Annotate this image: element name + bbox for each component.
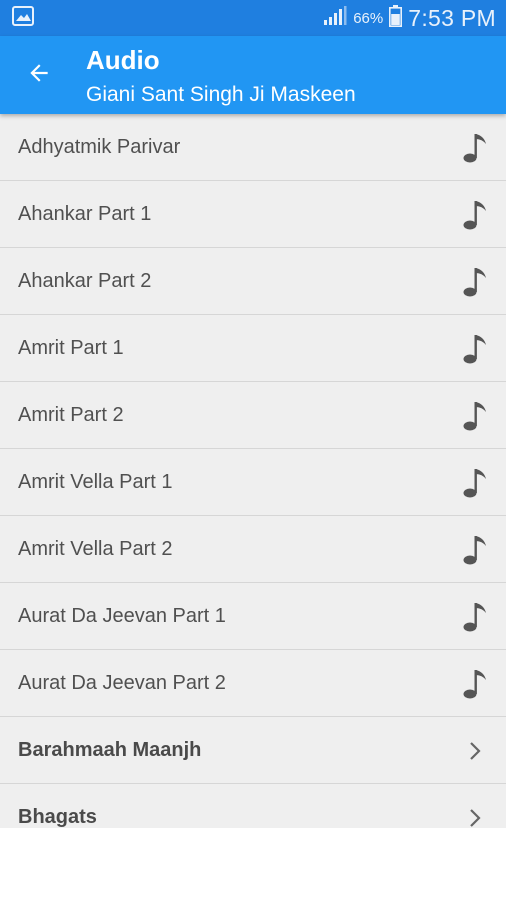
status-time: 7:53 PM: [408, 4, 496, 31]
folder-item[interactable]: Barahmaah Maanjh: [0, 717, 506, 784]
list-item-label: Amrit Vella Part 1: [18, 471, 173, 493]
page-subtitle: Giani Sant Singh Ji Maskeen: [86, 83, 356, 106]
list-item-label: Adhyatmik Parivar: [18, 136, 181, 158]
music-note-icon: [460, 467, 490, 499]
music-note-icon: [460, 333, 490, 365]
list-item[interactable]: Adhyatmik Parivar: [0, 114, 506, 181]
music-note-icon: [460, 534, 490, 566]
list-item[interactable]: Amrit Vella Part 2: [0, 516, 506, 583]
music-note-icon: [460, 400, 490, 432]
status-bar-right: 66% 7:53 PM: [323, 4, 496, 32]
back-button[interactable]: [18, 54, 60, 96]
page-title: Audio: [86, 45, 160, 75]
signal-icon: [323, 5, 347, 31]
app-bar: Audio Giani Sant Singh Ji Maskeen: [0, 36, 506, 114]
list-item-label: Aurat Da Jeevan Part 1: [18, 605, 226, 627]
music-note-icon: [460, 132, 490, 164]
list-item[interactable]: Ahankar Part 2: [0, 248, 506, 315]
list-item-label: Amrit Part 1: [18, 337, 124, 359]
list-item[interactable]: Amrit Part 1: [0, 315, 506, 382]
chevron-right-icon: [460, 735, 490, 767]
list-item-label: Ahankar Part 2: [18, 270, 152, 292]
audio-list[interactable]: Adhyatmik Parivar Ahankar Part 1 Ahankar…: [0, 114, 506, 828]
arrow-back-icon: [26, 60, 52, 91]
status-bar: 66% 7:53 PM: [0, 0, 506, 36]
music-note-icon: [460, 266, 490, 298]
battery-percent: 66%: [353, 9, 384, 27]
list-item[interactable]: Ahankar Part 1: [0, 181, 506, 248]
folder-item-label: Bhagats: [18, 806, 97, 828]
folder-item-label: Barahmaah Maanjh: [18, 739, 202, 761]
music-note-icon: [460, 199, 490, 231]
gallery-notification-icon: [12, 5, 34, 31]
music-note-icon: [460, 601, 490, 633]
list-item[interactable]: Amrit Part 2: [0, 382, 506, 449]
list-item-label: Ahankar Part 1: [18, 203, 152, 225]
bottom-blank-area: [0, 828, 506, 900]
list-item-label: Amrit Vella Part 2: [18, 538, 173, 560]
list-item[interactable]: Aurat Da Jeevan Part 1: [0, 583, 506, 650]
list-item[interactable]: Aurat Da Jeevan Part 2: [0, 650, 506, 717]
list-item-label: Amrit Part 2: [18, 404, 124, 426]
battery-icon: [389, 4, 403, 32]
chevron-right-icon: [460, 802, 490, 828]
list-item-label: Aurat Da Jeevan Part 2: [18, 672, 226, 694]
folder-item[interactable]: Bhagats: [0, 784, 506, 828]
status-bar-left: [12, 5, 34, 31]
list-item[interactable]: Amrit Vella Part 1: [0, 449, 506, 516]
music-note-icon: [460, 668, 490, 700]
